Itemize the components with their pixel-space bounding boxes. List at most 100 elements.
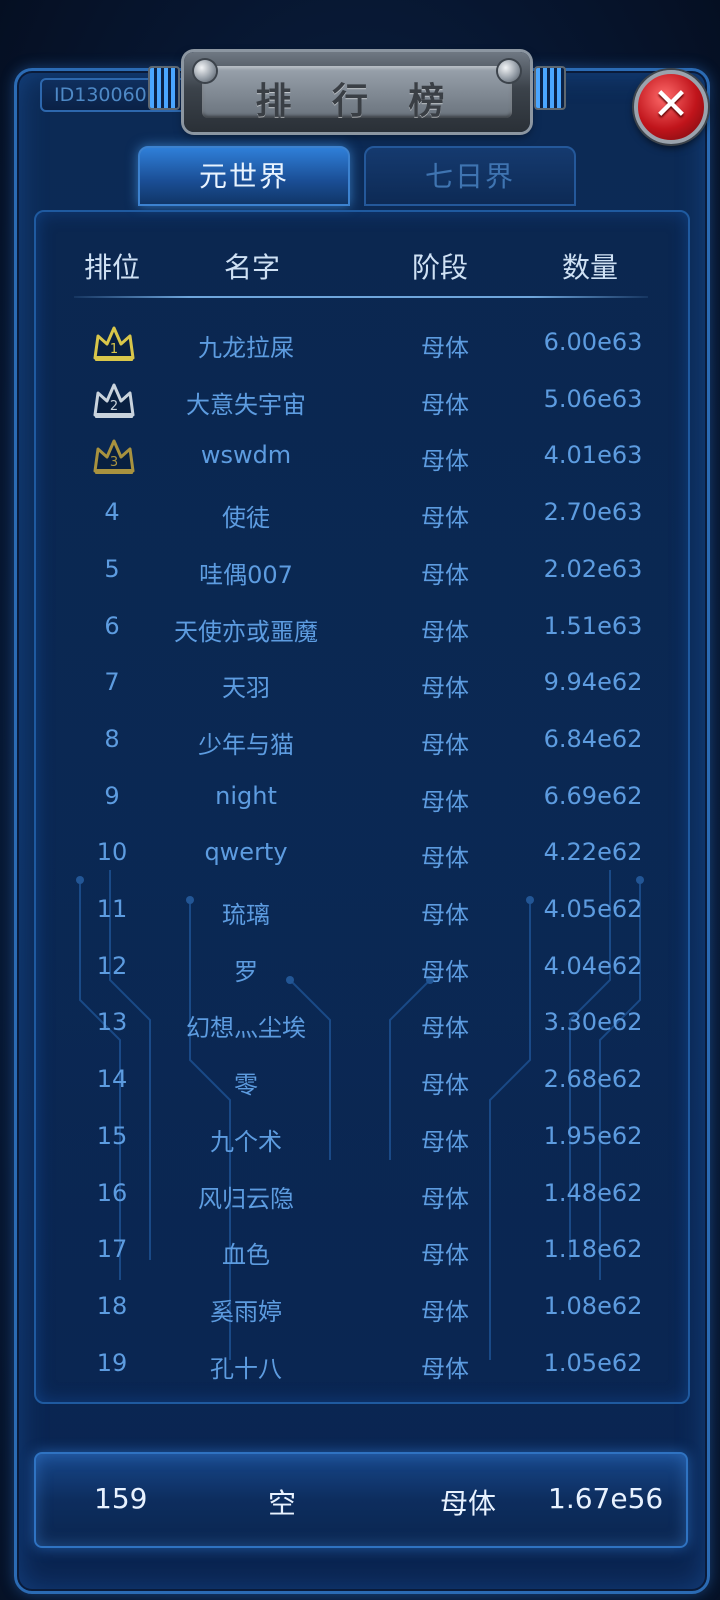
table-row[interactable]: 15 九个术 母体 1.95e62 xyxy=(0,1110,720,1166)
row-stage: 母体 xyxy=(421,1297,469,1326)
row-rank: 19 xyxy=(96,1348,128,1377)
column-header-name: 名字 xyxy=(224,251,281,284)
close-button[interactable]: ✕ xyxy=(634,70,708,144)
column-header-amount: 数量 xyxy=(562,251,619,284)
row-amount: 3.30e62 xyxy=(543,1008,643,1037)
row-stage: 母体 xyxy=(421,1014,469,1043)
table-row[interactable]: 9 night 母体 6.69e62 xyxy=(0,770,720,826)
row-name: 九个术 xyxy=(210,1127,282,1156)
row-rank: 12 xyxy=(96,951,128,980)
table-row[interactable]: 16 风归云隐 母体 1.48e62 xyxy=(0,1167,720,1223)
leaderboard-screen: ID1300609 排 行 榜 ✕ 元世界 七日界 排位 名字 阶段 数量 1 … xyxy=(0,0,720,1600)
crown-rank-number: 2 xyxy=(110,399,118,414)
row-amount: 2.02e63 xyxy=(543,554,643,583)
crown-rank-number: 3 xyxy=(110,455,118,470)
row-rank: 17 xyxy=(96,1235,128,1264)
row-amount: 1.05e62 xyxy=(543,1348,643,1377)
table-row[interactable]: 3 wswdm 母体 4.01e63 xyxy=(0,429,720,485)
row-stage: 母体 xyxy=(421,617,469,646)
table-row[interactable]: 17 血色 母体 1.18e62 xyxy=(0,1223,720,1279)
table-row[interactable]: 8 少年与猫 母体 6.84e62 xyxy=(0,713,720,769)
table-row[interactable]: 5 哇偶007 母体 2.02e63 xyxy=(0,543,720,599)
table-row[interactable]: 13 幻想灬尘埃 母体 3.30e62 xyxy=(0,996,720,1052)
row-amount: 4.01e63 xyxy=(543,441,643,470)
my-stage: 母体 xyxy=(440,1487,497,1520)
row-amount: 5.06e63 xyxy=(543,384,643,413)
my-amount: 1.67e56 xyxy=(548,1482,664,1515)
row-stage: 母体 xyxy=(421,844,469,873)
row-name: 哇偶007 xyxy=(199,560,293,589)
row-rank: 4 xyxy=(104,498,120,527)
row-name: wswdm xyxy=(200,441,292,470)
row-amount: 1.18e62 xyxy=(543,1235,643,1264)
row-amount: 2.68e62 xyxy=(543,1065,643,1094)
table-row[interactable]: 4 使徒 母体 2.70e63 xyxy=(0,486,720,542)
title-plate: 排 行 榜 xyxy=(148,52,566,132)
row-rank: 10 xyxy=(96,838,128,867)
table-row[interactable]: 19 孔十八 母体 1.05e62 xyxy=(0,1337,720,1393)
row-stage: 母体 xyxy=(421,787,469,816)
row-name: 零 xyxy=(234,1071,258,1100)
row-rank: 8 xyxy=(104,724,120,753)
right-vent-decoration xyxy=(534,66,566,110)
left-vent-decoration xyxy=(148,66,180,110)
row-name: 风归云隐 xyxy=(198,1184,294,1213)
table-row[interactable]: 14 零 母体 2.68e62 xyxy=(0,1053,720,1109)
row-name: 幻想灬尘埃 xyxy=(186,1014,306,1043)
table-row[interactable]: 6 天使亦或噩魔 母体 1.51e63 xyxy=(0,600,720,656)
table-row[interactable]: 10 qwerty 母体 4.22e62 xyxy=(0,826,720,882)
row-rank: 13 xyxy=(96,1008,128,1037)
row-stage: 母体 xyxy=(421,447,469,476)
row-name: 大意失宇宙 xyxy=(186,390,306,419)
crown-rank-number: 1 xyxy=(110,342,118,357)
table-row[interactable]: 1 九龙拉屎 母体 6.00e63 xyxy=(0,316,720,372)
row-stage: 母体 xyxy=(421,560,469,589)
table-row[interactable]: 7 天羽 母体 9.94e62 xyxy=(0,656,720,712)
table-row[interactable]: 2 大意失宇宙 母体 5.06e63 xyxy=(0,373,720,429)
row-name: 罗 xyxy=(234,957,258,986)
tab-seven-day-world[interactable]: 七日界 xyxy=(364,146,576,206)
row-name: 使徒 xyxy=(222,504,270,533)
row-name: night xyxy=(215,781,277,810)
my-rank: 159 xyxy=(94,1482,148,1515)
row-name: 九龙拉屎 xyxy=(198,334,294,362)
table-header: 排位 名字 阶段 数量 xyxy=(74,240,654,290)
bronze-crown-icon: 3 xyxy=(90,435,138,477)
row-amount: 1.08e62 xyxy=(543,1291,643,1320)
row-stage: 母体 xyxy=(421,1184,469,1213)
row-rank: 9 xyxy=(104,781,120,810)
gold-crown-icon: 1 xyxy=(90,322,138,364)
row-name: 血色 xyxy=(222,1241,270,1270)
silver-crown-icon: 2 xyxy=(90,379,138,421)
row-amount: 6.00e63 xyxy=(543,328,643,356)
row-amount: 4.22e62 xyxy=(543,838,643,867)
tab-yuan-world[interactable]: 元世界 xyxy=(138,146,350,206)
row-amount: 1.48e62 xyxy=(543,1178,643,1207)
row-amount: 6.69e62 xyxy=(543,781,643,810)
row-rank: 18 xyxy=(96,1291,128,1320)
row-amount: 6.84e62 xyxy=(543,724,643,753)
row-rank: 11 xyxy=(96,895,128,923)
table-row[interactable]: 12 罗 母体 4.04e62 xyxy=(0,940,720,996)
row-stage: 母体 xyxy=(421,1354,469,1383)
table-row[interactable]: 18 奚雨婷 母体 1.08e62 xyxy=(0,1280,720,1336)
row-stage: 母体 xyxy=(421,504,469,533)
row-name: 天羽 xyxy=(222,674,270,703)
row-stage: 母体 xyxy=(421,901,469,929)
column-header-rank: 排位 xyxy=(84,251,141,284)
row-name: qwerty xyxy=(204,838,288,867)
row-amount: 1.51e63 xyxy=(543,611,643,640)
row-rank: 14 xyxy=(96,1065,128,1094)
row-rank: 7 xyxy=(104,668,120,697)
row-stage: 母体 xyxy=(421,957,469,986)
row-name: 孔十八 xyxy=(210,1354,282,1383)
row-amount: 2.70e63 xyxy=(543,498,643,527)
column-header-stage: 阶段 xyxy=(412,251,469,284)
my-rank-row: 159 空 母体 1.67e56 xyxy=(34,1452,688,1548)
row-amount: 9.94e62 xyxy=(543,668,643,697)
row-rank: 16 xyxy=(96,1178,128,1207)
row-stage: 母体 xyxy=(421,1241,469,1270)
header-divider xyxy=(74,296,648,298)
row-amount: 1.95e62 xyxy=(543,1121,643,1150)
table-row[interactable]: 11 琉璃 母体 4.05e62 xyxy=(0,883,720,939)
